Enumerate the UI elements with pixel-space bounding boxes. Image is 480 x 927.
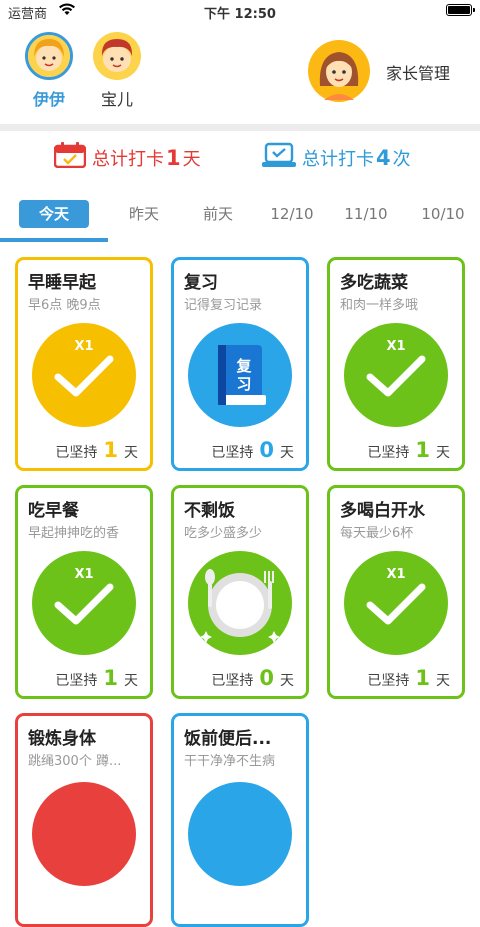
tab-yesterday[interactable]: 昨天 — [114, 200, 174, 228]
streak-prefix: 已坚持 — [55, 673, 98, 689]
total-days: 总计打卡 1 天 — [53, 142, 201, 173]
status-bar: 运营商 下午 12:50 — [0, 0, 480, 22]
tab-date-1110[interactable]: 11/10 — [336, 200, 396, 228]
clock: 下午 12:50 — [204, 7, 276, 22]
checkin-button[interactable]: 复 习 — [188, 323, 292, 427]
streak-counter: 已坚持 1 天 — [367, 666, 450, 690]
tab-date-1010[interactable]: 10/10 — [410, 200, 476, 228]
checkin-button[interactable] — [188, 782, 292, 886]
habit-title: 饭前便后... — [184, 729, 272, 749]
checkin-button[interactable]: X1 — [32, 551, 136, 655]
streak-count: 0 — [259, 438, 274, 462]
child-selector: 伊伊 宝儿 家长管理 — [0, 32, 480, 122]
total-days-unit: 天 — [182, 148, 201, 170]
tab-today[interactable]: 今天 — [19, 200, 89, 228]
streak-prefix: 已坚持 — [211, 445, 254, 461]
date-tabs: 今天 昨天 前天 12/10 11/10 10/10 — [0, 196, 480, 242]
calendar-icon — [53, 142, 87, 173]
streak-count: 0 — [259, 666, 274, 690]
tab-day-before[interactable]: 前天 — [188, 200, 248, 228]
svg-text:复: 复 — [235, 357, 252, 375]
check-icon — [54, 583, 114, 625]
check-icon — [366, 583, 426, 625]
streak-prefix: 已坚持 — [367, 673, 410, 689]
streak-prefix: 已坚持 — [55, 445, 98, 461]
checkin-button[interactable]: X1 — [344, 551, 448, 655]
habit-title: 锻炼身体 — [28, 729, 96, 749]
streak-counter: 已坚持 0 天 — [211, 438, 294, 462]
book-icon: 复 习 — [218, 345, 266, 405]
habit-card[interactable]: 多喝白开水 每天最少6杯 X1 已坚持 1 天 — [327, 485, 465, 699]
check-icon — [54, 355, 114, 397]
checkin-button[interactable]: X1 — [344, 323, 448, 427]
checkin-totals: 总计打卡 1 天 总计打卡 4 次 — [0, 142, 480, 178]
streak-prefix: 已坚持 — [211, 673, 254, 689]
child-name: 伊伊 — [32, 90, 65, 109]
streak-unit: 天 — [124, 673, 138, 689]
checkin-button[interactable] — [188, 551, 292, 655]
streak-unit: 天 — [280, 673, 294, 689]
checkin-box-icon — [262, 142, 296, 173]
check-icon — [366, 355, 426, 397]
avatar — [93, 32, 141, 80]
habit-subtitle: 每天最少6杯 — [340, 526, 414, 541]
streak-counter: 已坚持 1 天 — [367, 438, 450, 462]
streak-counter: 已坚持 1 天 — [55, 438, 138, 462]
habit-card[interactable]: 复习 记得复习记录 复 习 已坚持 0 天 — [171, 257, 309, 471]
habit-title: 多喝白开水 — [340, 501, 425, 521]
streak-count: 1 — [415, 438, 430, 462]
parent-management-link[interactable]: 家长管理 — [386, 60, 450, 84]
streak-counter: 已坚持 1 天 — [55, 666, 138, 690]
habit-subtitle: 和肉一样多哦 — [340, 298, 419, 313]
total-times-value: 4 — [376, 145, 391, 170]
habit-card[interactable]: 早睡早起 早6点 晚9点 X1 已坚持 1 天 — [15, 257, 153, 471]
child-name: 宝儿 — [100, 90, 133, 109]
avatar — [25, 32, 73, 80]
streak-count: 1 — [415, 666, 430, 690]
streak-count: 1 — [103, 438, 118, 462]
habit-subtitle: 跳绳300个 蹲... — [28, 754, 122, 769]
total-times-unit: 次 — [392, 148, 411, 170]
checkin-button[interactable]: X1 — [32, 323, 136, 427]
habit-card[interactable]: 多吃蔬菜 和肉一样多哦 X1 已坚持 1 天 — [327, 257, 465, 471]
habit-card[interactable]: 锻炼身体 跳绳300个 蹲... — [15, 713, 153, 927]
habit-title: 复习 — [184, 273, 218, 293]
habit-title: 早睡早起 — [28, 273, 96, 293]
streak-prefix: 已坚持 — [367, 445, 410, 461]
checkin-button[interactable] — [32, 782, 136, 886]
habit-subtitle: 吃多少盛多少 — [184, 526, 263, 541]
tab-indicator — [0, 238, 108, 242]
child-tab-baoer[interactable]: 宝儿 — [86, 32, 148, 110]
parent-avatar[interactable] — [308, 40, 370, 102]
streak-unit: 天 — [280, 445, 294, 461]
habit-card[interactable]: 饭前便后... 干干净净不生病 — [171, 713, 309, 927]
habit-subtitle: 早6点 晚9点 — [28, 298, 101, 313]
streak-unit: 天 — [436, 445, 450, 461]
child-tab-yiyi[interactable]: 伊伊 — [18, 32, 80, 110]
habit-card[interactable]: 不剩饭 吃多少盛多少 已坚持 0 天 — [171, 485, 309, 699]
battery-icon — [446, 4, 475, 16]
streak-unit: 天 — [124, 445, 138, 461]
section-divider — [0, 124, 480, 131]
total-times-prefix: 总计打卡 — [302, 148, 374, 170]
streak-count: 1 — [103, 666, 118, 690]
streak-unit: 天 — [436, 673, 450, 689]
plate-icon — [200, 569, 280, 643]
habit-card[interactable]: 吃早餐 早起抻抻吃的香 X1 已坚持 1 天 — [15, 485, 153, 699]
total-days-value: 1 — [166, 145, 181, 170]
habit-title: 不剩饭 — [184, 501, 235, 521]
habit-title: 多吃蔬菜 — [340, 273, 408, 293]
habit-subtitle: 早起抻抻吃的香 — [28, 526, 120, 541]
tab-date-1210[interactable]: 12/10 — [262, 200, 322, 228]
habit-title: 吃早餐 — [28, 501, 79, 521]
svg-text:习: 习 — [236, 375, 251, 393]
habit-subtitle: 记得复习记录 — [184, 298, 263, 313]
streak-counter: 已坚持 0 天 — [211, 666, 294, 690]
habit-subtitle: 干干净净不生病 — [184, 754, 276, 769]
total-days-prefix: 总计打卡 — [92, 148, 164, 170]
total-times: 总计打卡 4 次 — [262, 142, 411, 173]
